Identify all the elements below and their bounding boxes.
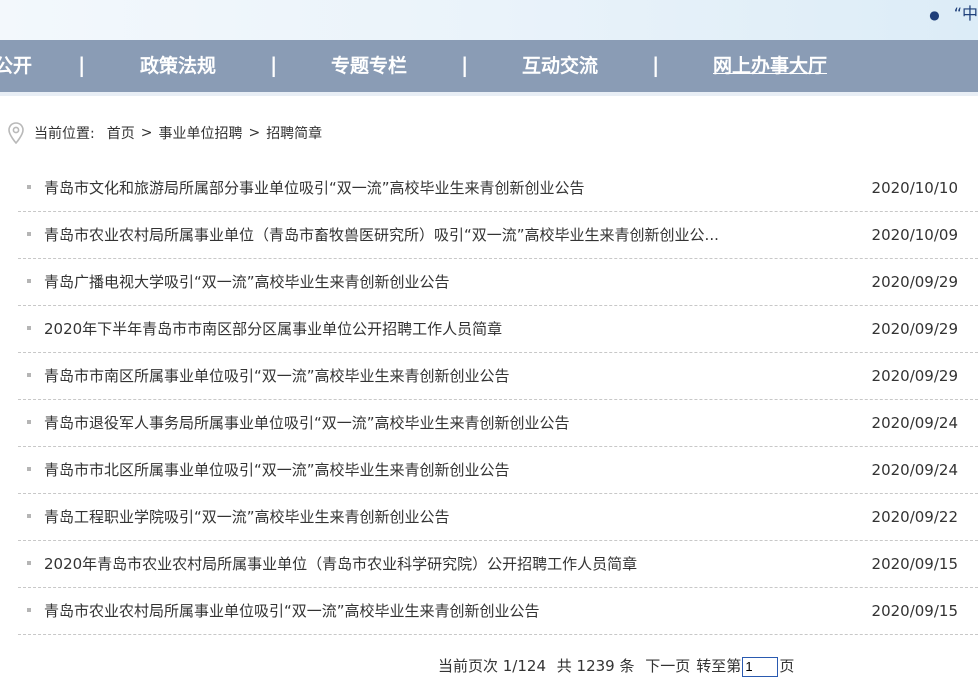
bullet-icon <box>27 608 31 612</box>
next-page-link[interactable]: 下一页 <box>645 657 690 675</box>
breadcrumb-prefix: 当前位置: <box>34 126 95 142</box>
list-item: 2020年下半年青岛市市南区部分区属事业单位公开招聘工作人员简章 2020/09… <box>18 306 978 353</box>
banner-text: ● “中 <box>929 0 978 24</box>
list-item: 青岛工程职业学院吸引“双一流”高校毕业生来青创新创业公告 2020/09/22 <box>18 494 978 541</box>
nav-separator: | <box>270 53 278 77</box>
list-item: 青岛市文化和旅游局所属部分事业单位吸引“双一流”高校毕业生来青创新创业公告 20… <box>18 165 978 212</box>
article-date: 2020/10/09 <box>871 226 958 244</box>
article-title-link[interactable]: 青岛市退役军人事务局所属事业单位吸引“双一流”高校毕业生来青创新创业公告 <box>44 400 570 446</box>
article-title-link[interactable]: 青岛市文化和旅游局所属部分事业单位吸引“双一流”高校毕业生来青创新创业公告 <box>44 165 585 211</box>
list-item: 青岛广播电视大学吸引“双一流”高校毕业生来青创新创业公告 2020/09/29 <box>18 259 978 306</box>
bullet-icon <box>27 279 31 283</box>
bullet-icon <box>27 420 31 424</box>
nav-separator: | <box>652 53 660 77</box>
nav-item-interaction[interactable]: 互动交流 <box>522 40 598 92</box>
nav-separator: | <box>461 53 469 77</box>
article-title-link[interactable]: 青岛市市南区所属事业单位吸引“双一流”高校毕业生来青创新创业公告 <box>44 353 510 399</box>
location-pin-icon <box>8 122 24 144</box>
breadcrumb-recruitment[interactable]: 事业单位招聘 <box>158 123 242 143</box>
goto-suffix: 页 <box>779 657 795 675</box>
article-date: 2020/09/29 <box>871 367 958 385</box>
list-item: 青岛市市北区所属事业单位吸引“双一流”高校毕业生来青创新创业公告 2020/09… <box>18 447 978 494</box>
breadcrumb-home[interactable]: 首页 <box>107 123 135 143</box>
breadcrumb: 当前位置: 首页 > 事业单位招聘 > 招聘简章 <box>8 121 322 145</box>
nav-separator: | <box>78 53 86 77</box>
article-title-link[interactable]: 青岛广播电视大学吸引“双一流”高校毕业生来青创新创业公告 <box>44 259 450 305</box>
list-item: 2020年青岛市农业农村局所属事业单位（青岛市农业科学研究院）公开招聘工作人员简… <box>18 541 978 588</box>
article-title-link[interactable]: 青岛市市北区所属事业单位吸引“双一流”高校毕业生来青创新创业公告 <box>44 447 510 493</box>
pagination: 当前页次 1/124 共 1239 条 下一页转至第 页 <box>438 654 800 678</box>
total-count-text: 共 1239 条 <box>556 657 635 675</box>
nav-item-online-service[interactable]: 网上办事大厅 <box>713 40 827 92</box>
article-date: 2020/09/24 <box>871 461 958 479</box>
list-item: 青岛市退役军人事务局所属事业单位吸引“双一流”高校毕业生来青创新创业公告 202… <box>18 400 978 447</box>
article-date: 2020/09/29 <box>871 273 958 291</box>
banner-label: “中 <box>953 4 978 23</box>
bullet-icon <box>27 467 31 471</box>
bullet-icon: ● <box>929 7 940 22</box>
current-page-text: 当前页次 1/124 <box>438 657 546 675</box>
goto-page-input[interactable] <box>742 656 779 677</box>
breadcrumb-separator: > <box>140 125 153 141</box>
breadcrumb-separator: > <box>248 125 261 141</box>
list-item: 青岛市市南区所属事业单位吸引“双一流”高校毕业生来青创新创业公告 2020/09… <box>18 353 978 400</box>
nav-item-policy[interactable]: 政策法规 <box>140 40 216 92</box>
article-date: 2020/09/22 <box>871 508 958 526</box>
bullet-icon <box>27 514 31 518</box>
article-title-link[interactable]: 2020年青岛市农业农村局所属事业单位（青岛市农业科学研究院）公开招聘工作人员简… <box>44 541 637 587</box>
nav-item-disclosure[interactable]: 公开 <box>0 40 32 92</box>
bullet-icon <box>27 326 31 330</box>
article-date: 2020/09/15 <box>871 555 958 573</box>
article-date: 2020/09/29 <box>871 320 958 338</box>
article-title-link[interactable]: 青岛市农业农村局所属事业单位（青岛市畜牧兽医研究所）吸引“双一流”高校毕业生来青… <box>44 212 719 258</box>
article-date: 2020/09/15 <box>871 602 958 620</box>
bullet-icon <box>27 232 31 236</box>
breadcrumb-current[interactable]: 招聘简章 <box>266 123 322 143</box>
article-date: 2020/09/24 <box>871 414 958 432</box>
bullet-icon <box>27 373 31 377</box>
article-title-link[interactable]: 2020年下半年青岛市市南区部分区属事业单位公开招聘工作人员简章 <box>44 306 502 352</box>
article-title-link[interactable]: 青岛工程职业学院吸引“双一流”高校毕业生来青创新创业公告 <box>44 494 450 540</box>
nav-shadow <box>0 92 978 96</box>
list-item: 青岛市农业农村局所属事业单位吸引“双一流”高校毕业生来青创新创业公告 2020/… <box>18 588 978 635</box>
article-list: 青岛市文化和旅游局所属部分事业单位吸引“双一流”高校毕业生来青创新创业公告 20… <box>18 165 978 635</box>
list-item: 青岛市农业农村局所属事业单位（青岛市畜牧兽医研究所）吸引“双一流”高校毕业生来青… <box>18 212 978 259</box>
article-title-link[interactable]: 青岛市农业农村局所属事业单位吸引“双一流”高校毕业生来青创新创业公告 <box>44 588 540 634</box>
article-date: 2020/10/10 <box>871 179 958 197</box>
goto-prefix: 转至第 <box>696 657 742 675</box>
nav-item-topics[interactable]: 专题专栏 <box>331 40 407 92</box>
bullet-icon <box>27 185 31 189</box>
main-nav: 公开 | 政策法规 | 专题专栏 | 互动交流 | 网上办事大厅 <box>0 40 978 92</box>
bullet-icon <box>27 561 31 565</box>
header-banner: ● “中 <box>0 0 978 40</box>
